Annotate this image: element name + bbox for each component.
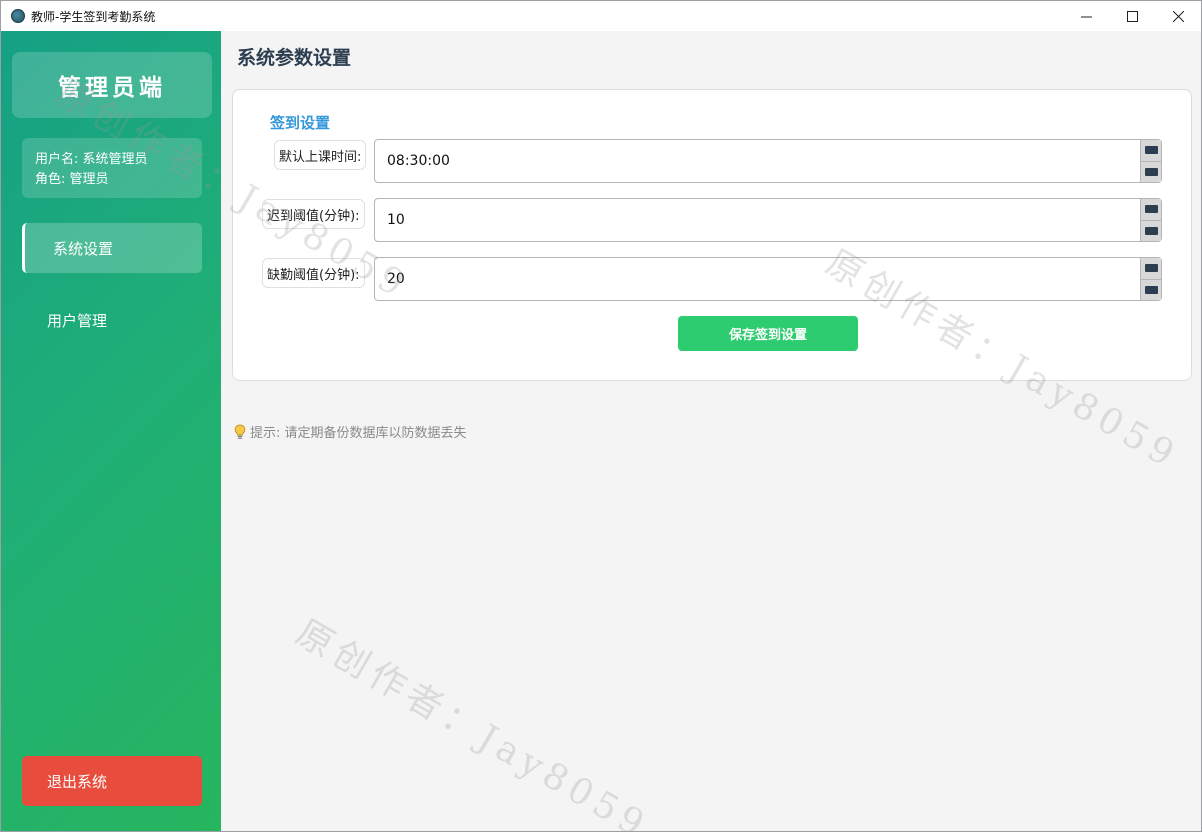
section-title: 签到设置 xyxy=(270,114,331,132)
save-checkin-settings-button[interactable]: 保存签到设置 xyxy=(678,316,858,351)
spin-down-icon xyxy=(1144,226,1158,235)
default-class-time-value: 08:30:00 xyxy=(387,153,450,169)
default-class-time-label: 默认上课时间: xyxy=(274,140,367,170)
close-icon xyxy=(1172,10,1184,22)
page-title: 系统参数设置 xyxy=(237,47,352,69)
logout-label: 退出系统 xyxy=(47,772,108,791)
user-role: 角色: 管理员 xyxy=(35,172,109,187)
nav-item-user-management[interactable]: 用户管理 xyxy=(22,295,202,345)
lightbulb-icon xyxy=(234,424,246,439)
spin-buttons xyxy=(1140,199,1161,241)
window-title: 教师-学生签到考勤系统 xyxy=(31,9,156,24)
spin-buttons xyxy=(1140,140,1161,182)
spin-up-icon xyxy=(1144,205,1158,214)
role-title: 管理员端 xyxy=(12,52,212,118)
late-threshold-input[interactable]: 10 xyxy=(374,198,1162,242)
late-threshold-label: 迟到阈值(分钟): xyxy=(262,199,365,229)
minimize-button[interactable] xyxy=(1063,1,1109,31)
absence-threshold-input[interactable]: 20 xyxy=(374,257,1162,301)
nav-item-label: 系统设置 xyxy=(53,239,114,258)
spin-up-button[interactable] xyxy=(1140,258,1161,279)
logout-button[interactable]: 退出系统 xyxy=(22,756,202,806)
user-name: 用户名: 系统管理员 xyxy=(35,152,148,167)
sidebar: 管理员端 用户名: 系统管理员 角色: 管理员 系统设置 用户管理 退出系统 xyxy=(1,31,221,831)
tip-text: 提示: 请定期备份数据库以防数据丢失 xyxy=(250,426,467,441)
main-content: 系统参数设置 签到设置 默认上课时间: 08:30:00 迟到阈值(分钟): 1… xyxy=(221,31,1201,831)
maximize-icon xyxy=(1126,10,1138,22)
minimize-icon xyxy=(1080,16,1092,17)
default-class-time-input[interactable]: 08:30:00 xyxy=(374,139,1162,183)
spin-up-icon xyxy=(1144,264,1158,273)
spin-down-button[interactable] xyxy=(1140,160,1161,182)
spin-down-button[interactable] xyxy=(1140,278,1161,300)
spin-down-icon xyxy=(1144,167,1158,176)
late-threshold-value: 10 xyxy=(387,212,405,228)
absence-threshold-label: 缺勤阈值(分钟): xyxy=(262,258,365,288)
save-button-label: 保存签到设置 xyxy=(728,328,807,343)
close-button[interactable] xyxy=(1155,1,1201,31)
window-controls xyxy=(1063,1,1201,31)
absence-threshold-value: 20 xyxy=(387,271,405,287)
spin-down-button[interactable] xyxy=(1140,219,1161,241)
spin-up-icon xyxy=(1144,146,1158,155)
nav-item-system-settings[interactable]: 系统设置 xyxy=(22,223,202,273)
app-window: 教师-学生签到考勤系统 管理员端 用户名: 系统管理员 角色: 管理员 系统设置… xyxy=(0,0,1202,832)
spin-buttons xyxy=(1140,258,1161,300)
spin-up-button[interactable] xyxy=(1140,199,1161,220)
spin-down-icon xyxy=(1144,285,1158,294)
spin-up-button[interactable] xyxy=(1140,140,1161,161)
user-info-card: 用户名: 系统管理员 角色: 管理员 xyxy=(22,138,202,198)
tip-message: 提示: 请定期备份数据库以防数据丢失 xyxy=(234,422,467,441)
app-icon xyxy=(11,9,25,23)
settings-panel: 签到设置 默认上课时间: 08:30:00 迟到阈值(分钟): 10 缺勤阈值(… xyxy=(232,89,1192,381)
nav-item-label: 用户管理 xyxy=(47,311,108,330)
title-bar[interactable]: 教师-学生签到考勤系统 xyxy=(1,1,1201,31)
maximize-button[interactable] xyxy=(1109,1,1155,31)
